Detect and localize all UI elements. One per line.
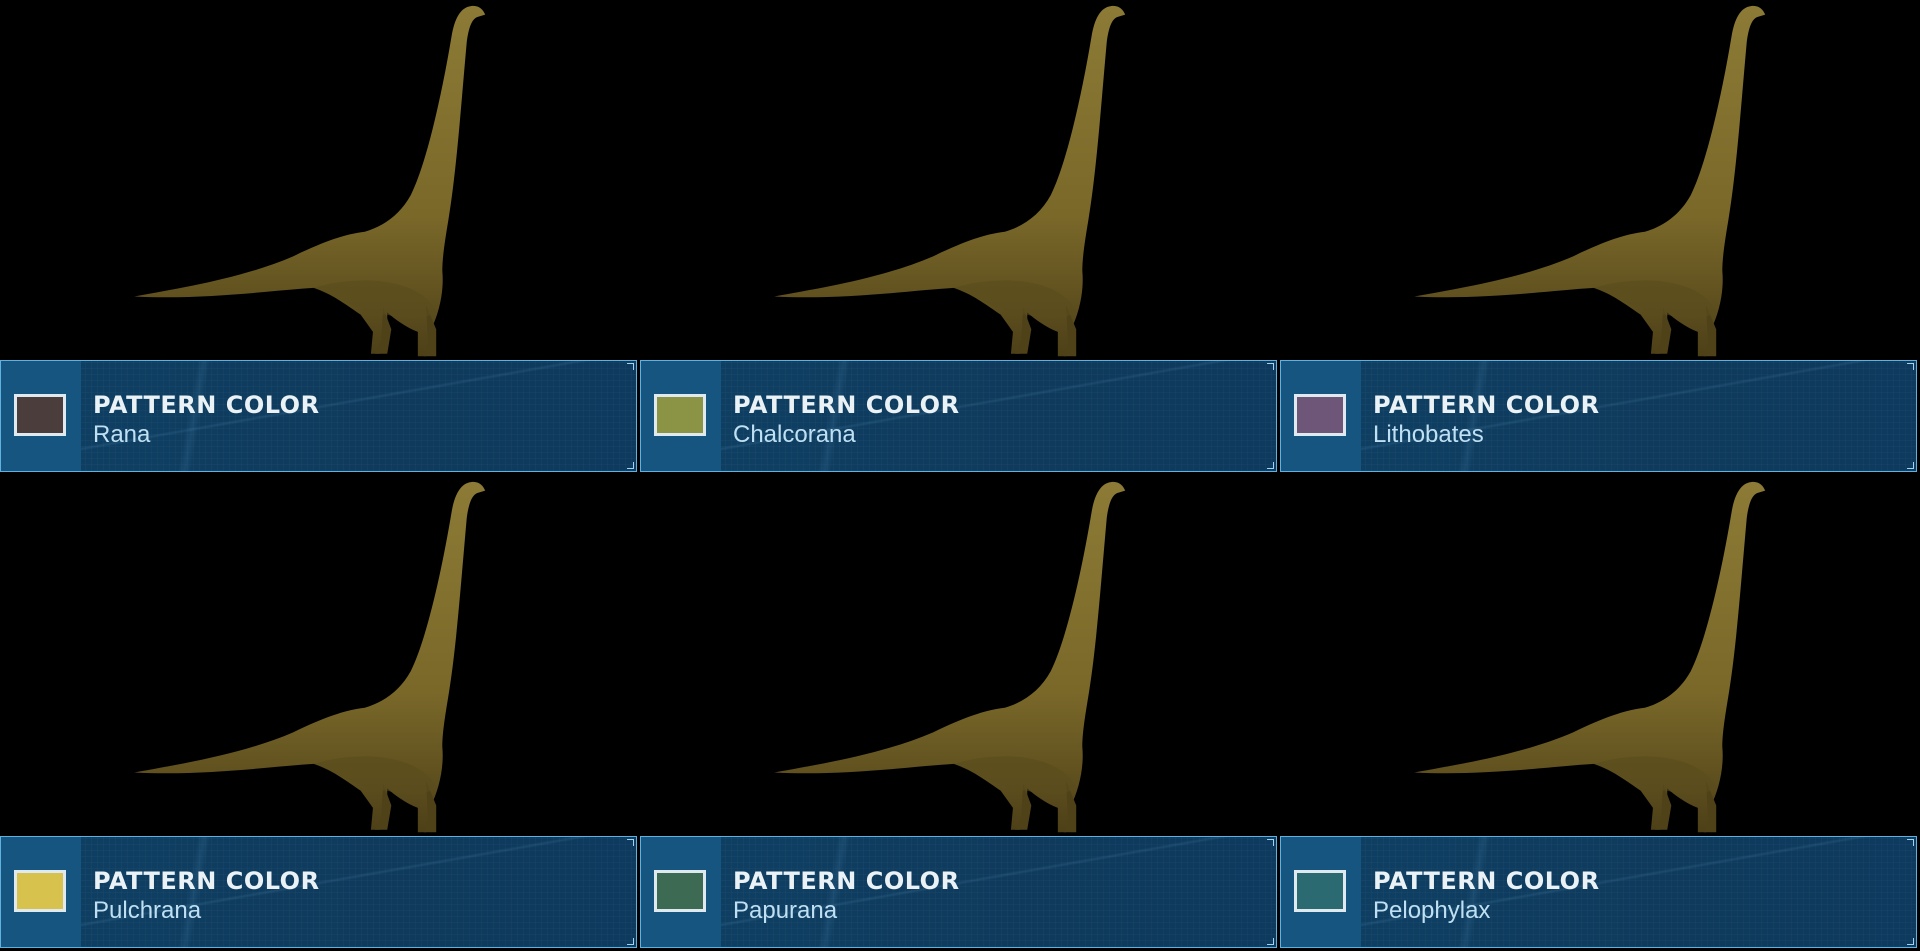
pattern-color-panel[interactable]: PATTERN COLOR Papurana [640,836,1277,948]
pattern-color-panel[interactable]: PATTERN COLOR Pelophylax [1280,836,1917,948]
color-name: Lithobates [1373,421,1484,448]
pattern-cell-rana[interactable]: PATTERN COLOR Rana [0,0,639,475]
pattern-cell-lithobates[interactable]: PATTERN COLOR Lithobates [1280,0,1919,475]
panel-title: PATTERN COLOR [733,867,960,895]
swatch-area [641,837,721,947]
dinosaur-model [774,5,1126,357]
pattern-color-panel[interactable]: PATTERN COLOR Rana [0,360,637,472]
color-name: Pulchrana [93,897,202,924]
dino-preview [0,0,639,360]
dino-preview [1280,476,1919,836]
color-name: Chalcorana [733,421,856,448]
color-name: Rana [93,421,151,448]
dinosaur-model [1414,481,1766,833]
dino-preview [0,476,639,836]
panel-title: PATTERN COLOR [93,391,320,419]
pattern-cell-chalcorana[interactable]: PATTERN COLOR Chalcorana [640,0,1279,475]
color-swatch [14,394,66,436]
dinosaur-model [134,5,486,357]
swatch-area [641,361,721,471]
swatch-area [1,361,81,471]
panel-title: PATTERN COLOR [93,867,320,895]
dinosaur-model [774,481,1126,833]
color-swatch [1294,870,1346,912]
pattern-cell-papurana[interactable]: PATTERN COLOR Papurana [640,476,1279,951]
panel-title: PATTERN COLOR [1373,867,1600,895]
pattern-cell-pulchrana[interactable]: PATTERN COLOR Pulchrana [0,476,639,951]
pattern-color-panel[interactable]: PATTERN COLOR Lithobates [1280,360,1917,472]
panel-title: PATTERN COLOR [1373,391,1600,419]
pattern-cell-pelophylax[interactable]: PATTERN COLOR Pelophylax [1280,476,1919,951]
dinosaur-model [134,481,486,833]
color-name: Pelophylax [1373,897,1491,924]
swatch-area [1281,837,1361,947]
dino-preview [1280,0,1919,360]
color-swatch [1294,394,1346,436]
dinosaur-model [1414,5,1766,357]
color-swatch [654,394,706,436]
dino-preview [640,476,1279,836]
pattern-color-grid: PATTERN COLOR Rana PATTERN COLOR Chalcor… [0,0,1920,951]
pattern-color-panel[interactable]: PATTERN COLOR Chalcorana [640,360,1277,472]
color-swatch [654,870,706,912]
swatch-area [1,837,81,947]
dino-preview [640,0,1279,360]
panel-title: PATTERN COLOR [733,391,960,419]
color-name: Papurana [733,897,838,924]
pattern-color-panel[interactable]: PATTERN COLOR Pulchrana [0,836,637,948]
swatch-area [1281,361,1361,471]
color-swatch [14,870,66,912]
